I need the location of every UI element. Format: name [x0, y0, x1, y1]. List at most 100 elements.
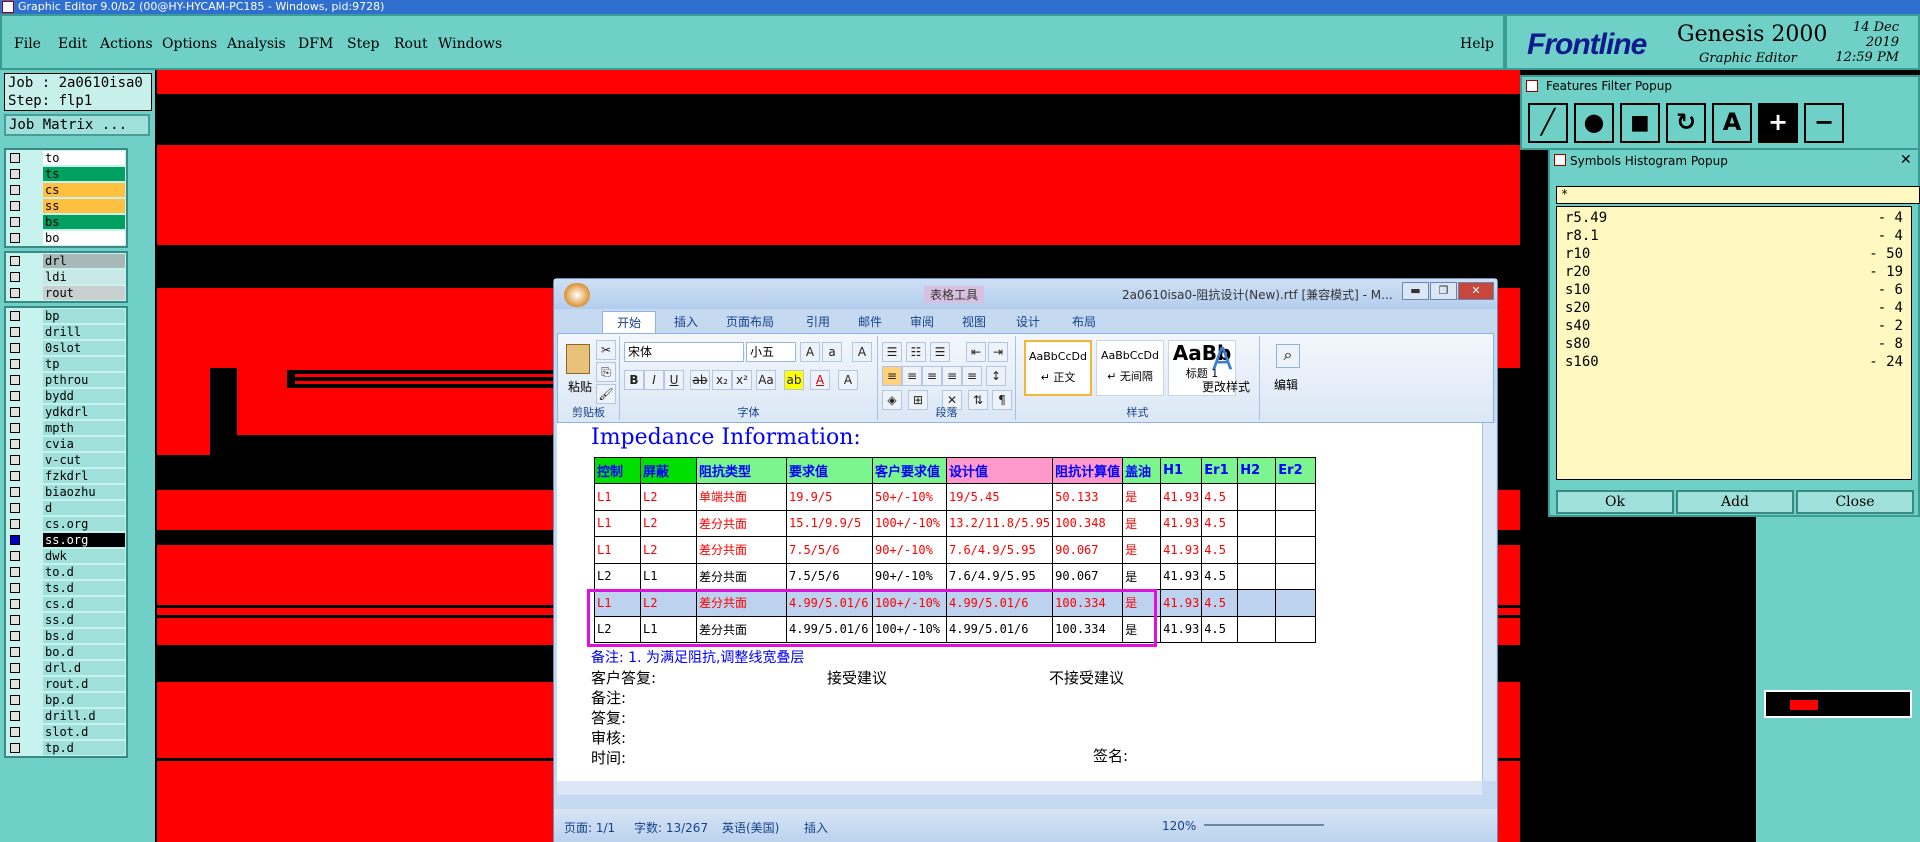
layer-row[interactable]: bs.d: [6, 628, 126, 644]
layer-checkbox[interactable]: [10, 647, 20, 657]
layer-row[interactable]: ydkdrl: [6, 404, 126, 420]
layer-checkbox[interactable]: [10, 201, 20, 211]
layer-row[interactable]: drill: [6, 324, 126, 340]
layer-checkbox[interactable]: [10, 471, 20, 481]
menu-file[interactable]: File: [14, 36, 41, 52]
find-icon[interactable]: ⌕: [1276, 344, 1300, 368]
strikethrough-icon[interactable]: ab: [690, 370, 710, 390]
job-matrix-button[interactable]: Job Matrix ...: [4, 114, 150, 136]
menu-step[interactable]: Step: [347, 36, 379, 52]
align-center-icon[interactable]: ≡: [902, 366, 922, 386]
table-header-cell[interactable]: 盖油: [1122, 457, 1162, 484]
table-cell[interactable]: 90+/-10%: [872, 562, 947, 590]
align-right-icon[interactable]: ≡: [922, 366, 942, 386]
table-cell[interactable]: 4.5: [1201, 615, 1239, 643]
layer-checkbox[interactable]: [10, 631, 20, 641]
table-cell[interactable]: 4.5: [1201, 483, 1239, 511]
table-cell[interactable]: L2: [640, 483, 697, 511]
layer-row[interactable]: bp: [6, 308, 126, 324]
layer-name[interactable]: fzkdrl: [43, 469, 125, 483]
table-cell[interactable]: 90.067: [1052, 536, 1124, 564]
menu-options[interactable]: Options: [162, 36, 217, 52]
menu-windows[interactable]: Windows: [438, 36, 502, 52]
table-header-cell[interactable]: 控制: [594, 457, 641, 484]
layer-checkbox[interactable]: [10, 439, 20, 449]
menu-help[interactable]: Help: [1460, 36, 1494, 52]
tab-design[interactable]: 设计: [1016, 313, 1040, 330]
table-cell[interactable]: 7.6/4.9/5.95: [945, 562, 1054, 590]
zoom-level[interactable]: 120%: [1162, 819, 1196, 833]
surface-filter-icon[interactable]: ◼: [1620, 103, 1660, 143]
layer-checkbox[interactable]: [10, 583, 20, 593]
layer-name[interactable]: drl.d: [43, 661, 125, 675]
layer-row[interactable]: d: [6, 500, 126, 516]
table-cell[interactable]: 是: [1122, 483, 1162, 511]
layer-checkbox[interactable]: [10, 391, 20, 401]
layer-name[interactable]: bp: [43, 309, 125, 323]
layer-name[interactable]: bo: [43, 231, 125, 245]
layer-row[interactable]: v-cut: [6, 452, 126, 468]
layer-row[interactable]: ss.d: [6, 612, 126, 628]
table-cell[interactable]: 7.6/4.9/5.95: [945, 536, 1054, 564]
table-cell[interactable]: [1237, 589, 1277, 617]
layer-row[interactable]: rout.d: [6, 676, 126, 692]
layer-name[interactable]: bp.d: [43, 693, 125, 707]
table-cell[interactable]: 19/5.45: [945, 483, 1054, 511]
layer-row[interactable]: bydd: [6, 388, 126, 404]
table-cell[interactable]: [1237, 562, 1277, 590]
justify-icon[interactable]: ≡: [942, 366, 962, 386]
table-cell[interactable]: 差分共面: [696, 509, 787, 537]
change-styles-label[interactable]: 更改样式: [1202, 378, 1250, 395]
menu-edit[interactable]: Edit: [58, 36, 87, 52]
menu-dfm[interactable]: DFM: [298, 36, 333, 52]
layer-row[interactable]: biaozhu: [6, 484, 126, 500]
layer-checkbox[interactable]: [10, 272, 20, 282]
table-cell[interactable]: 4.5: [1201, 509, 1239, 537]
clear-format-icon[interactable]: A: [852, 342, 872, 362]
increase-indent-icon[interactable]: ⇥: [988, 342, 1008, 362]
layer-checkbox[interactable]: [10, 519, 20, 529]
layer-name[interactable]: tp: [43, 357, 125, 371]
tab-references[interactable]: 引用: [806, 313, 830, 330]
table-row[interactable]: L2 L1 差分共面 7.5/5/6 90+/-10% 7.6/4.9/5.95 90.06…: [594, 562, 1317, 590]
layer-checkbox[interactable]: [10, 311, 20, 321]
layer-name[interactable]: ts.d: [43, 581, 125, 595]
layer-name[interactable]: to.d: [43, 565, 125, 579]
layer-row[interactable]: cs: [6, 182, 126, 198]
table-cell[interactable]: 15.1/9.9/5: [786, 509, 873, 537]
table-header-cell[interactable]: 要求值: [786, 457, 873, 484]
change-styles-icon[interactable]: A: [1212, 342, 1233, 377]
format-painter-icon[interactable]: 🖌: [596, 384, 616, 404]
table-cell[interactable]: L2: [640, 509, 697, 537]
tab-home[interactable]: 开始: [602, 311, 657, 333]
table-cell[interactable]: 41.93: [1160, 615, 1203, 643]
symbol-row[interactable]: s40 - 2: [1565, 317, 1903, 335]
ok-button[interactable]: Ok: [1556, 490, 1674, 514]
tab-page-layout[interactable]: 页面布局: [726, 313, 774, 330]
layer-checkbox[interactable]: [10, 185, 20, 195]
table-header-cell[interactable]: H1: [1160, 457, 1203, 484]
change-case-icon[interactable]: Aa: [756, 370, 776, 390]
cut-icon[interactable]: ✂: [596, 340, 616, 360]
table-cell[interactable]: 90.067: [1052, 562, 1124, 590]
table-cell[interactable]: 41.93: [1160, 483, 1203, 511]
decrease-indent-icon[interactable]: ⇤: [966, 342, 986, 362]
close-button[interactable]: Close: [1796, 490, 1914, 514]
layer-name[interactable]: ss.org: [43, 533, 125, 547]
layer-row[interactable]: tp: [6, 356, 126, 372]
table-cell[interactable]: [1237, 536, 1277, 564]
layer-name[interactable]: to: [43, 151, 125, 165]
tab-review[interactable]: 审阅: [910, 313, 934, 330]
layer-row[interactable]: ldi: [6, 269, 126, 285]
negative-polarity-icon[interactable]: −: [1804, 103, 1844, 143]
language[interactable]: 英语(美国): [722, 819, 779, 836]
table-cell[interactable]: 是: [1122, 536, 1162, 564]
subscript-icon[interactable]: x₂: [712, 370, 732, 390]
layer-checkbox[interactable]: [10, 153, 20, 163]
minimize-button[interactable]: ▬: [1402, 282, 1429, 300]
symbol-row[interactable]: r20 - 19: [1565, 263, 1903, 281]
symbol-row[interactable]: s80 - 8: [1565, 335, 1903, 353]
table-cell[interactable]: 90+/-10%: [872, 536, 947, 564]
page-count[interactable]: 页面: 1/1: [564, 819, 615, 836]
symbol-row[interactable]: r10 - 50: [1565, 245, 1903, 263]
